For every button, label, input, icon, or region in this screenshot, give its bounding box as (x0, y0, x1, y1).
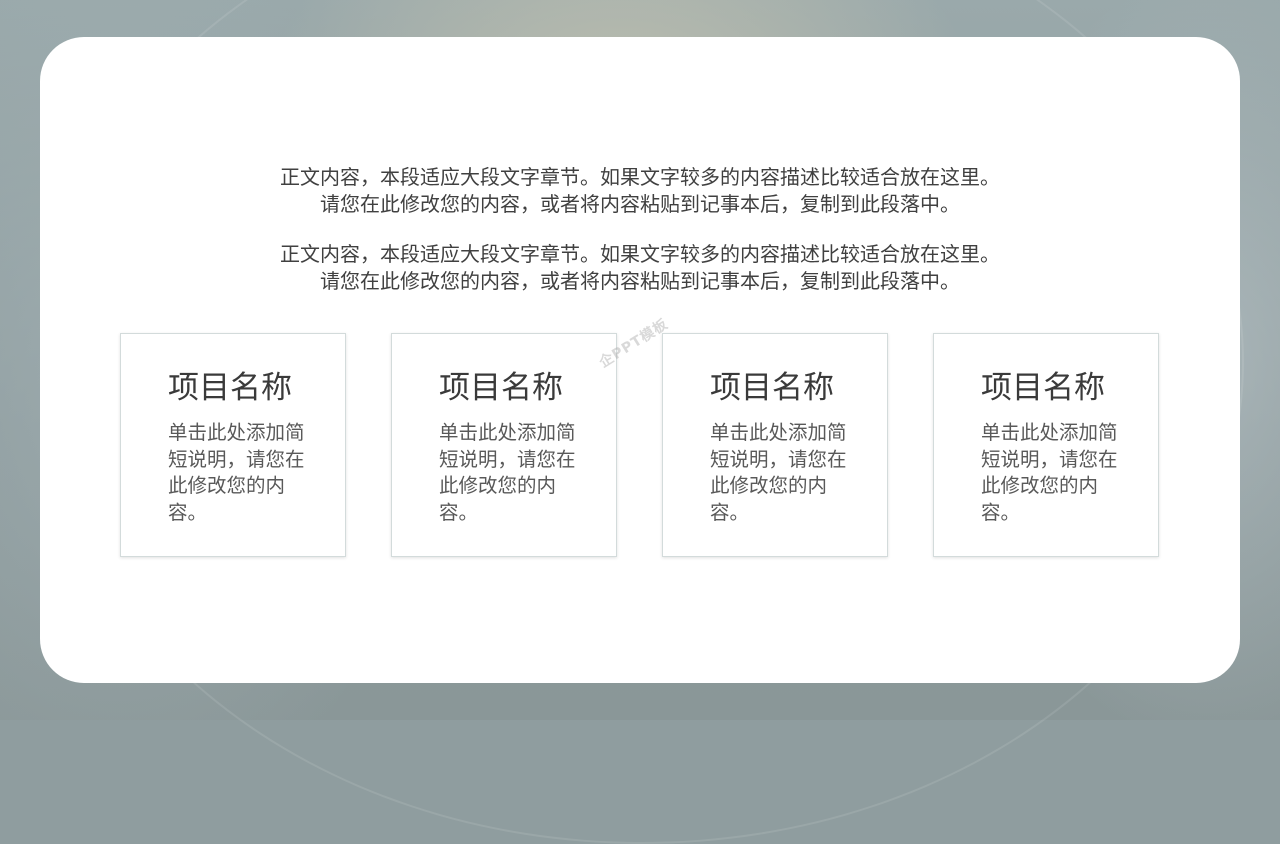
project-item-box: 项目名称 单击此处添加简短说明，请您在此修改您的内容。 (662, 333, 888, 557)
body-paragraph-1: 正文内容，本段适应大段文字章节。如果文字较多的内容描述比较适合放在这里。 请您在… (40, 164, 1240, 218)
project-item-title: 项目名称 (168, 370, 292, 406)
paragraph-2-line-1: 正文内容，本段适应大段文字章节。如果文字较多的内容描述比较适合放在这里。 (280, 242, 1000, 266)
project-item-title: 项目名称 (981, 370, 1105, 406)
project-item-description: 单击此处添加简短说明，请您在此修改您的内容。 (710, 421, 847, 524)
paragraph-1-line-1: 正文内容，本段适应大段文字章节。如果文字较多的内容描述比较适合放在这里。 (280, 165, 1000, 189)
paragraph-2-line-2: 请您在此修改您的内容，或者将内容粘贴到记事本后，复制到此段落中。 (320, 269, 960, 293)
project-item-box: 项目名称 单击此处添加简短说明，请您在此修改您的内容。 (120, 333, 346, 557)
project-item-title: 项目名称 (710, 370, 834, 406)
body-paragraph-2: 正文内容，本段适应大段文字章节。如果文字较多的内容描述比较适合放在这里。 请您在… (40, 241, 1240, 295)
project-item-description: 单击此处添加简短说明，请您在此修改您的内容。 (168, 421, 305, 524)
project-item-title: 项目名称 (439, 370, 563, 406)
project-item-box: 项目名称 单击此处添加简短说明，请您在此修改您的内容。 (933, 333, 1159, 557)
project-item-description: 单击此处添加简短说明，请您在此修改您的内容。 (439, 421, 576, 524)
paragraph-1-line-2: 请您在此修改您的内容，或者将内容粘贴到记事本后，复制到此段落中。 (320, 192, 960, 216)
content-card: 正文内容，本段适应大段文字章节。如果文字较多的内容描述比较适合放在这里。 请您在… (40, 37, 1240, 683)
project-items-row: 项目名称 单击此处添加简短说明，请您在此修改您的内容。 项目名称 单击此处添加简… (120, 333, 1159, 557)
project-item-box: 项目名称 单击此处添加简短说明，请您在此修改您的内容。 (391, 333, 617, 557)
project-item-description: 单击此处添加简短说明，请您在此修改您的内容。 (981, 421, 1118, 524)
